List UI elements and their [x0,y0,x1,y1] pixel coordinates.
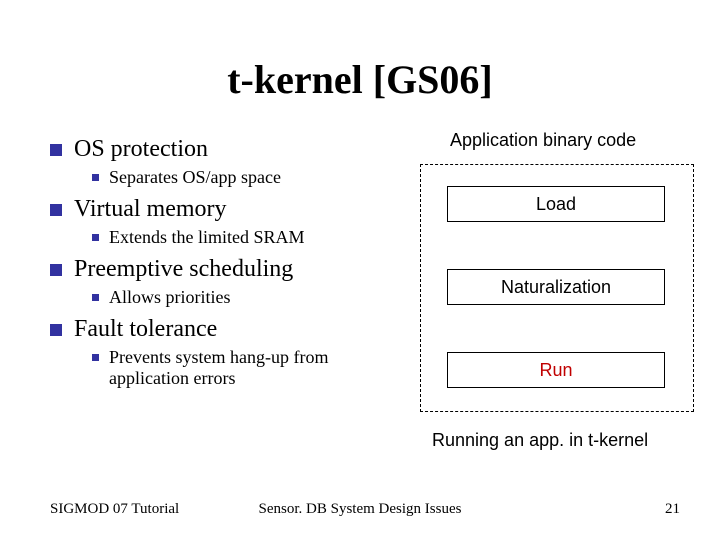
subbullet-text: Prevents system hang-up from application… [109,347,410,389]
bullet-icon [50,144,62,156]
footer-center: Sensor. DB System Design Issues [0,501,720,518]
bullet-icon [92,294,99,301]
footer-page-number: 21 [665,501,680,518]
stage-run-box: Run [447,352,665,388]
subbullet-text: Separates OS/app space [109,167,281,188]
diagram-caption: Running an app. in t-kernel [432,430,648,451]
bullet-icon [92,354,99,361]
bullet-text: Virtual memory [74,196,227,223]
bullet-text: Preemptive scheduling [74,256,293,283]
list-subitem: Prevents system hang-up from application… [92,347,410,389]
slide-title: t-kernel [GS06] [0,56,720,103]
bullet-text: OS protection [74,136,208,163]
stage-label: Load [536,194,576,215]
slide: t-kernel [GS06] OS protection Separates … [0,0,720,540]
subbullet-text: Extends the limited SRAM [109,227,305,248]
diagram-header: Application binary code [450,130,636,151]
bullet-text: Fault tolerance [74,316,217,343]
stage-naturalization-box: Naturalization [447,269,665,305]
list-item: Fault tolerance [50,316,410,343]
list-subitem: Extends the limited SRAM [92,227,410,248]
stage-label: Naturalization [501,277,611,298]
bullet-icon [50,264,62,276]
list-item: Virtual memory [50,196,410,223]
stage-load-box: Load [447,186,665,222]
stage-label: Run [539,360,572,381]
bullet-icon [50,204,62,216]
list-subitem: Allows priorities [92,287,410,308]
list-item: Preemptive scheduling [50,256,410,283]
bullet-icon [92,174,99,181]
list-item: OS protection [50,136,410,163]
subbullet-text: Allows priorities [109,287,231,308]
bullet-list: OS protection Separates OS/app space Vir… [50,130,410,397]
bullet-icon [50,324,62,336]
bullet-icon [92,234,99,241]
list-subitem: Separates OS/app space [92,167,410,188]
